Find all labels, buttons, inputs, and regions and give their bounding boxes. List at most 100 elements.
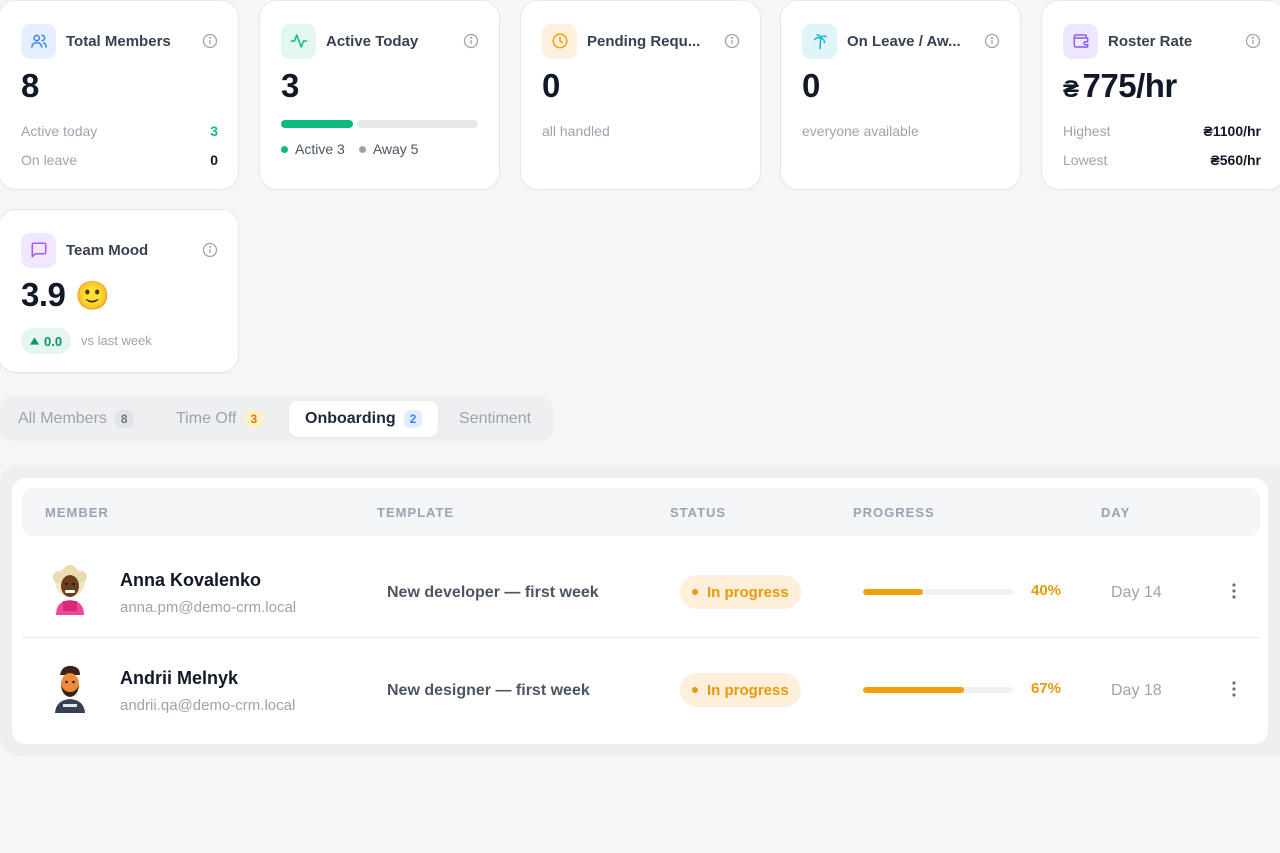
tab-time-off[interactable]: Time Off 3	[176, 401, 264, 437]
on-leave-value: 0	[802, 67, 820, 104]
active-progress-bar	[281, 120, 478, 128]
tab-count-badge: 8	[114, 410, 134, 428]
onboarding-day: Day 14	[1111, 584, 1162, 601]
tab-label: Sentiment	[459, 410, 532, 427]
currency-symbol: ₴	[1063, 76, 1079, 103]
progress-bar	[863, 687, 1013, 693]
card-header: Team Mood	[21, 232, 218, 268]
info-icon[interactable]	[984, 33, 1000, 49]
mood-delta-badge: 0.0	[21, 328, 72, 354]
card-header: Active Today	[281, 23, 479, 59]
tab-all-members[interactable]: All Members 8	[18, 401, 134, 437]
onboarding-day: Day 18	[1111, 682, 1162, 699]
tab-label: All Members	[18, 410, 107, 427]
card-title: On Leave / Aw...	[847, 32, 961, 50]
stat-row: On leave 0	[21, 152, 218, 168]
team-mood-card: Team Mood 3.9 🙂 0.0 vs last week	[0, 209, 239, 373]
member-email: andrii.qa@demo-crm.local	[120, 697, 296, 714]
onboarding-table: MEMBER TEMPLATE STATUS PROGRESS DAY Anna…	[12, 478, 1268, 744]
legend-dot-away	[358, 145, 366, 153]
info-icon[interactable]	[202, 33, 218, 49]
stat-row: Lowest ₴560/hr	[1063, 152, 1261, 168]
team-mood-value: 3.9 🙂	[21, 276, 110, 314]
stat-label: Highest	[1063, 123, 1111, 139]
card-header: Roster Rate	[1063, 23, 1261, 59]
tab-label: Onboarding	[305, 410, 396, 427]
activity-icon	[281, 23, 316, 59]
status-label: In progress	[707, 583, 789, 601]
stat-row: Active today 3	[21, 123, 218, 139]
stat-value: 0	[210, 152, 218, 168]
info-icon[interactable]	[1245, 33, 1261, 49]
status-dot	[692, 589, 698, 595]
template-name: New developer — first week	[387, 584, 599, 601]
card-header: Pending Requ...	[542, 23, 740, 59]
info-icon[interactable]	[724, 33, 740, 49]
member-name[interactable]: Anna Kovalenko	[120, 570, 261, 591]
stat-label: Lowest	[1063, 152, 1108, 168]
mood-delta-note: vs last week	[81, 333, 152, 348]
active-today-card: Active Today 3 Active 3 Away 5	[259, 0, 500, 190]
card-header: On Leave / Aw...	[802, 23, 1000, 59]
mood-delta-value: 0.0	[44, 333, 63, 349]
progress-percent: 40%	[1031, 582, 1062, 599]
table-row[interactable]: Andrii Melnyk andrii.qa@demo-crm.local N…	[22, 639, 1260, 736]
tab-bar: All Members 8 Time Off 3 Onboarding 2 Se…	[0, 397, 553, 441]
mood-score: 3.9	[21, 276, 66, 313]
active-today-value: 3	[281, 67, 299, 104]
card-title: Roster Rate	[1108, 32, 1193, 50]
status-badge: In progress	[680, 575, 801, 609]
progress-bar	[863, 589, 1013, 595]
message-square-icon	[21, 232, 56, 268]
onboarding-panel: MEMBER TEMPLATE STATUS PROGRESS DAY Anna…	[0, 465, 1280, 756]
wallet-icon	[1063, 23, 1098, 59]
stat-label: On leave	[21, 152, 78, 168]
info-icon[interactable]	[202, 242, 218, 258]
member-email: anna.pm@demo-crm.local	[120, 599, 297, 616]
card-title: Active Today	[326, 32, 419, 50]
column-header-status[interactable]: STATUS	[670, 505, 726, 520]
total-members-value: 8	[21, 67, 39, 104]
more-vertical-icon[interactable]	[1226, 679, 1242, 699]
card-header: Total Members	[21, 23, 218, 59]
users-icon	[21, 23, 56, 59]
template-name: New designer — first week	[387, 682, 590, 699]
progress-fill	[863, 687, 964, 693]
more-vertical-icon[interactable]	[1226, 581, 1242, 601]
total-members-card: Total Members 8 Active today 3 On leave …	[0, 0, 239, 190]
stat-label: Active today	[21, 123, 98, 139]
info-icon[interactable]	[463, 33, 479, 49]
legend-dot-active	[281, 145, 288, 153]
table-row[interactable]: Anna Kovalenko anna.pm@demo-crm.local Ne…	[22, 541, 1260, 638]
column-header-progress[interactable]: PROGRESS	[853, 505, 935, 520]
column-header-template[interactable]: TEMPLATE	[377, 505, 454, 520]
column-header-day[interactable]: DAY	[1101, 505, 1130, 520]
on-leave-note: everyone available	[802, 123, 919, 139]
table-header: MEMBER TEMPLATE STATUS PROGRESS DAY	[22, 488, 1260, 536]
away-progress-fill	[357, 120, 478, 128]
stat-row: Highest ₴1100/hr	[1063, 123, 1261, 139]
legend-away-label: Away 5	[372, 141, 419, 157]
status-badge: In progress	[680, 673, 801, 707]
status-label: In progress	[707, 681, 789, 699]
tab-count-badge: 3	[244, 410, 264, 428]
active-progress-fill	[281, 120, 353, 128]
card-title: Pending Requ...	[587, 32, 701, 50]
palm-tree-icon	[802, 23, 837, 59]
clock-icon	[542, 23, 577, 59]
triangle-up-icon	[30, 337, 39, 345]
tab-label: Time Off	[176, 410, 237, 427]
card-title: Total Members	[66, 32, 171, 50]
avatar	[53, 565, 87, 615]
tab-sentiment[interactable]: Sentiment	[459, 401, 531, 437]
stat-value: ₴560/hr	[1210, 152, 1261, 168]
roster-rate-value: ₴ 775/hr	[1063, 67, 1177, 105]
column-header-member[interactable]: MEMBER	[45, 505, 109, 520]
roster-rate-amount: 775/hr	[1082, 67, 1178, 104]
member-name[interactable]: Andrii Melnyk	[120, 668, 238, 689]
tab-onboarding[interactable]: Onboarding 2	[289, 401, 439, 437]
stat-value: ₴1100/hr	[1203, 123, 1261, 139]
pending-requests-value: 0	[542, 67, 560, 104]
tab-count-badge: 2	[403, 410, 423, 428]
roster-rate-card: Roster Rate ₴ 775/hr Highest ₴1100/hr Low…	[1041, 0, 1280, 190]
